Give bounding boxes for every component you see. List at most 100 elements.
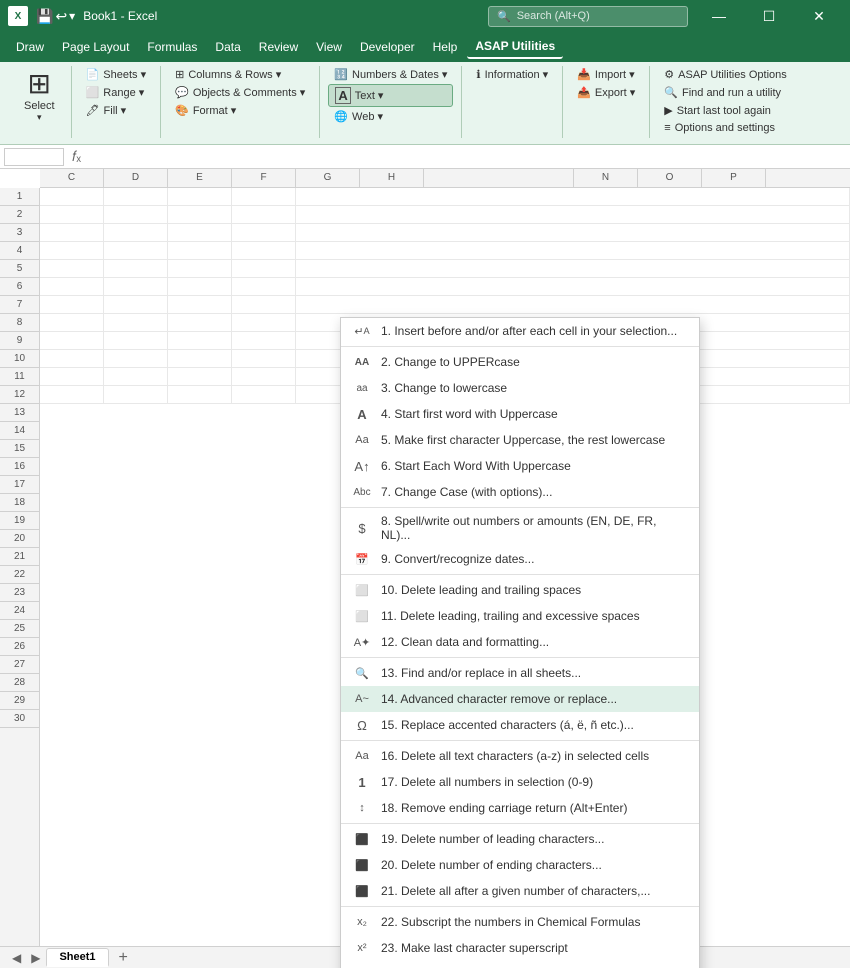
text-menu-item-2[interactable]: AA 2. Change to UPPERcase <box>341 349 699 375</box>
text-menu-icon-12: A✦ <box>351 633 373 651</box>
cell-C1[interactable] <box>40 188 104 205</box>
objects-comments-button[interactable]: 💬 Objects & Comments ▾ <box>169 84 311 101</box>
menu-formulas[interactable]: Formulas <box>139 36 205 58</box>
row-17: 17 <box>0 476 39 494</box>
quick-access-save[interactable]: 💾 <box>36 8 53 25</box>
text-menu-text-21: 21. Delete all after a given number of c… <box>381 884 689 898</box>
fill-button[interactable]: 🖊 Fill ▾ <box>80 102 153 119</box>
text-menu-item-24[interactable]: x₂ 24. Make last character subscript <box>341 961 699 968</box>
cell-D2[interactable] <box>104 206 168 223</box>
range-button[interactable]: ⬜ Range ▾ <box>80 84 153 101</box>
options-settings-button[interactable]: ≡ Options and settings <box>658 120 793 136</box>
numbers-dates-button[interactable]: 🔢 Numbers & Dates ▾ <box>328 66 453 83</box>
web-button[interactable]: 🌐 Web ▾ <box>328 108 453 125</box>
menu-help[interactable]: Help <box>425 36 466 58</box>
menu-asap-utilities[interactable]: ASAP Utilities <box>467 35 563 59</box>
sheet-nav-left[interactable]: ◀ <box>8 951 25 965</box>
row-18: 18 <box>0 494 39 512</box>
quick-access-undo[interactable]: ↩ <box>55 8 67 25</box>
text-menu-item-18[interactable]: ↕ 18. Remove ending carriage return (Alt… <box>341 795 699 821</box>
row-headers: 1 2 3 4 5 6 7 8 9 10 11 12 13 14 15 16 1… <box>0 188 40 968</box>
text-menu-item-12[interactable]: A✦ 12. Clean data and formatting... <box>341 629 699 655</box>
cell-reference-box[interactable] <box>4 148 64 166</box>
import-icon: 📥 <box>577 68 591 81</box>
cell-C3[interactable] <box>40 224 104 241</box>
text-menu-item-13[interactable]: 🔍 13. Find and/or replace in all sheets.… <box>341 660 699 686</box>
text-menu-item-20[interactable]: ⬛ 20. Delete number of ending characters… <box>341 852 699 878</box>
cell-D1[interactable] <box>104 188 168 205</box>
minimize-button[interactable]: — <box>696 0 742 32</box>
text-menu-item-8[interactable]: $ 8. Spell/write out numbers or amounts … <box>341 510 699 546</box>
sheet-nav-right[interactable]: ▶ <box>27 951 44 965</box>
add-sheet-button[interactable]: + <box>111 947 136 969</box>
menu-view[interactable]: View <box>308 36 350 58</box>
text-menu-item-1[interactable]: ↵A 1. Insert before and/or after each ce… <box>341 318 699 344</box>
asap-group-columns: ⊞ Columns & Rows ▾ 💬 Objects & Comments … <box>161 66 320 138</box>
quick-access-menu[interactable]: ▾ <box>69 9 75 23</box>
information-button[interactable]: ℹ Information ▾ <box>470 66 554 83</box>
text-menu-item-17[interactable]: 1 17. Delete all numbers in selection (0… <box>341 769 699 795</box>
text-menu-item-15[interactable]: Ω 15. Replace accented characters (á, ë,… <box>341 712 699 738</box>
title-search-box[interactable]: 🔍 Search (Alt+Q) <box>488 6 688 27</box>
select-button[interactable]: ⊞ Select ▾ <box>16 66 63 127</box>
text-menu-text-3: 3. Change to lowercase <box>381 381 689 395</box>
cell-F1[interactable] <box>232 188 296 205</box>
columns-rows-button[interactable]: ⊞ Columns & Rows ▾ <box>169 66 311 83</box>
menu-review[interactable]: Review <box>251 36 306 58</box>
separator-2 <box>341 507 699 508</box>
text-menu-item-21[interactable]: ⬛ 21. Delete all after a given number of… <box>341 878 699 904</box>
window-title: Book1 - Excel <box>83 9 480 23</box>
text-menu-item-11[interactable]: ⬜ 11. Delete leading, trailing and exces… <box>341 603 699 629</box>
text-menu-item-4[interactable]: A 4. Start first word with Uppercase <box>341 401 699 427</box>
cell-rest-2[interactable] <box>296 206 850 223</box>
numbers-dates-icon: 🔢 <box>334 68 348 81</box>
asap-options-label: ASAP Utilities Options <box>678 69 787 81</box>
grid-row-1 <box>40 188 850 206</box>
sheets-button[interactable]: 📄 Sheets ▾ <box>80 66 153 83</box>
text-menu-item-9[interactable]: 📅 9. Convert/recognize dates... <box>341 546 699 572</box>
text-menu-item-19[interactable]: ⬛ 19. Delete number of leading character… <box>341 826 699 852</box>
objects-comments-icon: 💬 <box>175 86 189 99</box>
find-run-utility-button[interactable]: 🔍 Find and run a utility <box>658 84 793 101</box>
text-menu-text-8: 8. Spell/write out numbers or amounts (E… <box>381 514 689 542</box>
row-8: 8 <box>0 314 39 332</box>
menu-developer[interactable]: Developer <box>352 36 423 58</box>
maximize-button[interactable]: ☐ <box>746 0 792 32</box>
menu-page-layout[interactable]: Page Layout <box>54 36 137 58</box>
start-last-tool-button[interactable]: ▶ Start last tool again <box>658 102 793 119</box>
text-menu-item-23[interactable]: x² 23. Make last character superscript <box>341 935 699 961</box>
text-menu-item-5[interactable]: Aa 5. Make first character Uppercase, th… <box>341 427 699 453</box>
text-button[interactable]: A Text ▾ <box>328 84 453 107</box>
sheet-tab-sheet1[interactable]: Sheet1 <box>46 948 108 967</box>
text-menu-item-7[interactable]: Abc 7. Change Case (with options)... <box>341 479 699 505</box>
export-button[interactable]: 📤 Export ▾ <box>571 84 641 101</box>
text-menu-text-18: 18. Remove ending carriage return (Alt+E… <box>381 801 689 815</box>
row-22: 22 <box>0 566 39 584</box>
cell-E2[interactable] <box>168 206 232 223</box>
asap-utilities-options-button[interactable]: ⚙ ASAP Utilities Options <box>658 66 793 83</box>
cell-F2[interactable] <box>232 206 296 223</box>
text-menu-item-6[interactable]: A↑ 6. Start Each Word With Uppercase <box>341 453 699 479</box>
format-button[interactable]: 🎨 Format ▾ <box>169 102 311 119</box>
text-menu-item-14[interactable]: A~ 14. Advanced character remove or repl… <box>341 686 699 712</box>
sheets-label: Sheets ▾ <box>103 68 146 81</box>
row-20: 20 <box>0 530 39 548</box>
asap-options-icon: ⚙ <box>664 68 674 81</box>
row-26: 26 <box>0 638 39 656</box>
formula-input[interactable] <box>89 151 846 163</box>
text-menu-item-22[interactable]: x₂ 22. Subscript the numbers in Chemical… <box>341 909 699 935</box>
text-menu-item-16[interactable]: Aa 16. Delete all text characters (a-z) … <box>341 743 699 769</box>
text-menu-item-10[interactable]: ⬜ 10. Delete leading and trailing spaces <box>341 577 699 603</box>
menu-draw[interactable]: Draw <box>8 36 52 58</box>
grid-row-5 <box>40 260 850 278</box>
menu-data[interactable]: Data <box>207 36 248 58</box>
asap-ribbon: ⊞ Select ▾ 📄 Sheets ▾ ⬜ Range ▾ 🖊 Fill <box>0 62 850 145</box>
cell-rest-1[interactable] <box>296 188 850 205</box>
row-25: 25 <box>0 620 39 638</box>
cell-E1[interactable] <box>168 188 232 205</box>
text-menu-item-3[interactable]: aa 3. Change to lowercase <box>341 375 699 401</box>
close-button[interactable]: ✕ <box>796 0 842 32</box>
text-menu-text-2: 2. Change to UPPERcase <box>381 355 689 369</box>
import-button[interactable]: 📥 Import ▾ <box>571 66 641 83</box>
cell-C2[interactable] <box>40 206 104 223</box>
